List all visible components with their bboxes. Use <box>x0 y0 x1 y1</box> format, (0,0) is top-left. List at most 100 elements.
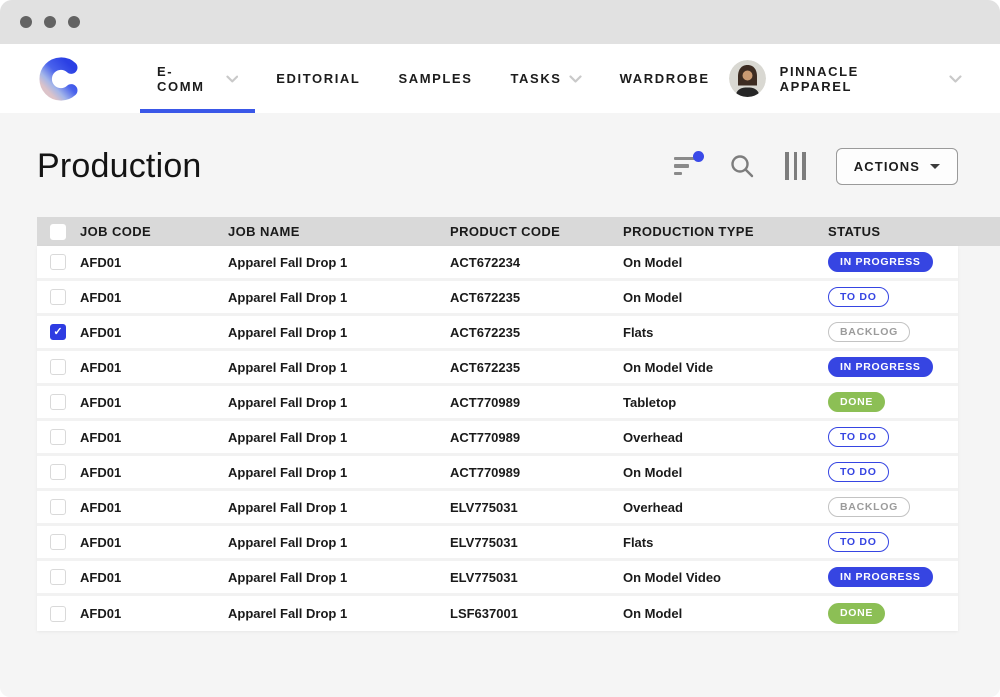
columns-icon <box>785 152 806 180</box>
creative-force-logo[interactable] <box>38 56 84 102</box>
row-checkbox-cell: ✓ <box>37 324 80 340</box>
table-row[interactable]: AFD01 Apparel Fall Drop 1 ACT770989 Tabl… <box>37 386 958 421</box>
column-header-production-type[interactable]: PRODUCTION TYPE <box>623 224 828 239</box>
production-type-cell: On Model Vide <box>623 360 828 375</box>
status-cell: BACKLOG <box>828 322 958 343</box>
job-name-cell: Apparel Fall Drop 1 <box>228 535 450 550</box>
row-checkbox-cell <box>37 499 80 515</box>
actions-button[interactable]: ACTIONS <box>836 148 958 185</box>
status-cell: TO DO <box>828 462 958 483</box>
job-code-cell: AFD01 <box>80 606 228 621</box>
table-row[interactable]: AFD01 Apparel Fall Drop 1 ELV775031 Flat… <box>37 526 958 561</box>
status-badge: IN PROGRESS <box>828 252 933 273</box>
job-code-cell: AFD01 <box>80 535 228 550</box>
row-checkbox[interactable] <box>50 569 66 585</box>
nav-item-label: E-COMM <box>157 64 219 94</box>
row-checkbox-cell <box>37 534 80 550</box>
row-checkbox[interactable]: ✓ <box>50 324 66 340</box>
nav-item-ecomm[interactable]: E-COMM <box>138 44 257 113</box>
status-cell: TO DO <box>828 532 958 553</box>
column-header-job-code[interactable]: JOB CODE <box>80 224 228 239</box>
product-code-cell: ACT672235 <box>450 290 623 305</box>
columns-button[interactable] <box>785 152 806 180</box>
production-table: JOB CODE JOB NAME PRODUCT CODE PRODUCTIO… <box>37 217 1000 631</box>
job-name-cell: Apparel Fall Drop 1 <box>228 430 450 445</box>
nav-item-label: TASKS <box>510 71 561 86</box>
row-checkbox[interactable] <box>50 499 66 515</box>
table-row[interactable]: AFD01 Apparel Fall Drop 1 LSF637001 On M… <box>37 596 958 631</box>
top-navbar: E-COMM EDITORIAL SAMPLES TASKS WARDROBE <box>0 44 1000 113</box>
table-row[interactable]: AFD01 Apparel Fall Drop 1 ACT770989 On M… <box>37 456 958 491</box>
row-checkbox[interactable] <box>50 534 66 550</box>
status-cell: TO DO <box>828 287 958 308</box>
production-type-cell: On Model <box>623 290 828 305</box>
status-cell: IN PROGRESS <box>828 357 958 378</box>
status-cell: DONE <box>828 603 958 624</box>
table-row[interactable]: AFD01 Apparel Fall Drop 1 ELV775031 Over… <box>37 491 958 526</box>
select-all-checkbox[interactable] <box>50 224 66 240</box>
row-checkbox-cell <box>37 429 80 445</box>
table-row[interactable]: ✓ AFD01 Apparel Fall Drop 1 ACT672235 Fl… <box>37 316 958 351</box>
nav-item-label: SAMPLES <box>398 71 472 86</box>
row-checkbox[interactable] <box>50 464 66 480</box>
filter-button[interactable] <box>672 155 699 178</box>
table-row[interactable]: AFD01 Apparel Fall Drop 1 ACT672235 On M… <box>37 351 958 386</box>
product-code-cell: ELV775031 <box>450 500 623 515</box>
row-checkbox[interactable] <box>50 394 66 410</box>
window-button-3[interactable] <box>68 16 80 28</box>
row-checkbox[interactable] <box>50 429 66 445</box>
table-header: JOB CODE JOB NAME PRODUCT CODE PRODUCTIO… <box>37 217 1000 246</box>
row-checkbox[interactable] <box>50 359 66 375</box>
status-badge: TO DO <box>828 462 889 483</box>
user-avatar[interactable] <box>729 60 766 97</box>
job-code-cell: AFD01 <box>80 570 228 585</box>
nav-item-samples[interactable]: SAMPLES <box>379 44 491 113</box>
table-row[interactable]: AFD01 Apparel Fall Drop 1 ACT770989 Over… <box>37 421 958 456</box>
job-name-cell: Apparel Fall Drop 1 <box>228 290 450 305</box>
product-code-cell: ELV775031 <box>450 535 623 550</box>
row-checkbox-cell <box>37 569 80 585</box>
account-menu[interactable]: PINNACLE APPAREL <box>729 60 962 97</box>
job-name-cell: Apparel Fall Drop 1 <box>228 570 450 585</box>
job-name-cell: Apparel Fall Drop 1 <box>228 606 450 621</box>
production-type-cell: On Model <box>623 465 828 480</box>
row-checkbox[interactable] <box>50 606 66 622</box>
column-header-product-code[interactable]: PRODUCT CODE <box>450 224 623 239</box>
product-code-cell: ACT672234 <box>450 255 623 270</box>
job-code-cell: AFD01 <box>80 290 228 305</box>
table-row[interactable]: AFD01 Apparel Fall Drop 1 ACT672234 On M… <box>37 246 958 281</box>
row-checkbox-cell <box>37 394 80 410</box>
nav-item-tasks[interactable]: TASKS <box>491 44 600 113</box>
table-row[interactable]: AFD01 Apparel Fall Drop 1 ELV775031 On M… <box>37 561 958 596</box>
job-code-cell: AFD01 <box>80 325 228 340</box>
row-checkbox[interactable] <box>50 289 66 305</box>
status-badge: DONE <box>828 603 885 624</box>
row-checkbox-cell <box>37 464 80 480</box>
column-header-status[interactable]: STATUS <box>828 224 1000 239</box>
status-cell: TO DO <box>828 427 958 448</box>
status-badge: BACKLOG <box>828 497 910 518</box>
nav-item-editorial[interactable]: EDITORIAL <box>257 44 379 113</box>
status-cell: IN PROGRESS <box>828 252 958 273</box>
job-code-cell: AFD01 <box>80 395 228 410</box>
product-code-cell: ACT672235 <box>450 325 623 340</box>
job-name-cell: Apparel Fall Drop 1 <box>228 325 450 340</box>
app-window: E-COMM EDITORIAL SAMPLES TASKS WARDROBE <box>0 0 1000 697</box>
table-row[interactable]: AFD01 Apparel Fall Drop 1 ACT672235 On M… <box>37 281 958 316</box>
status-badge: IN PROGRESS <box>828 357 933 378</box>
job-code-cell: AFD01 <box>80 500 228 515</box>
row-checkbox-cell <box>37 606 80 622</box>
header-checkbox-cell <box>37 224 80 240</box>
search-button[interactable] <box>729 153 755 179</box>
window-button-2[interactable] <box>44 16 56 28</box>
production-type-cell: On Model <box>623 606 828 621</box>
row-checkbox[interactable] <box>50 254 66 270</box>
page-header: Production ACTIONS <box>37 141 958 191</box>
column-header-job-name[interactable]: JOB NAME <box>228 224 450 239</box>
nav-item-wardrobe[interactable]: WARDROBE <box>601 44 729 113</box>
production-type-cell: Flats <box>623 535 828 550</box>
job-name-cell: Apparel Fall Drop 1 <box>228 465 450 480</box>
product-code-cell: ELV775031 <box>450 570 623 585</box>
job-name-cell: Apparel Fall Drop 1 <box>228 395 450 410</box>
window-button-1[interactable] <box>20 16 32 28</box>
